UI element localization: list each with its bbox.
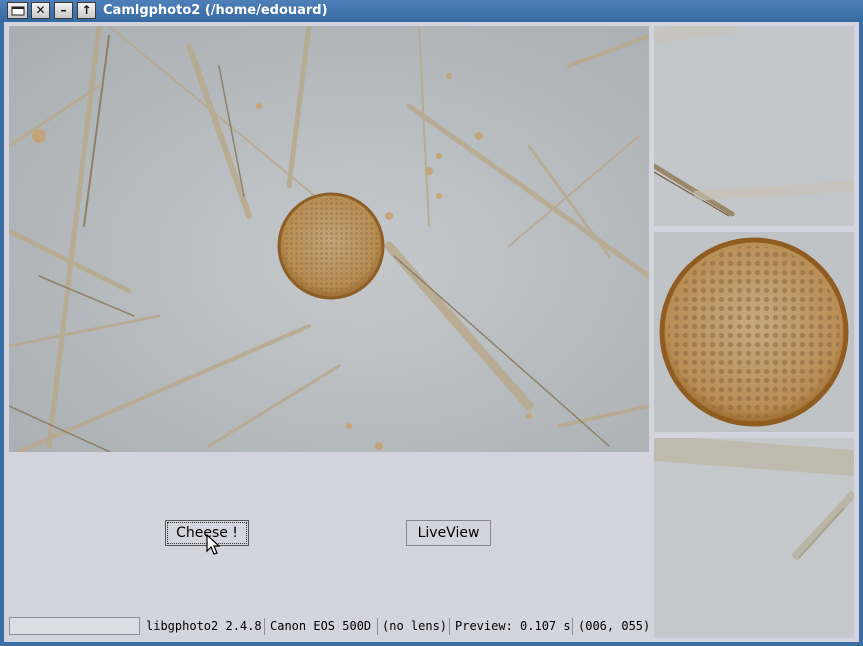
status-bar: libgphoto2 2.4.8 Canon EOS 500D (no lens…: [9, 615, 654, 637]
status-focus-point: (006, 055): [578, 619, 651, 633]
status-separator: [377, 618, 378, 635]
close-icon[interactable]: ✕: [31, 2, 50, 19]
status-separator: [572, 618, 573, 635]
status-lens: (no lens): [382, 619, 448, 633]
window-client-area: Cheese ! LiveView libgphoto2 2.4.8 Canon…: [4, 22, 859, 642]
status-library-version: libgphoto2 2.4.8: [146, 619, 262, 633]
status-separator: [449, 618, 450, 635]
mouse-cursor-icon: [206, 533, 221, 560]
status-preview-time: Preview: 0.107 s: [455, 619, 571, 633]
status-separator: [264, 618, 265, 635]
window-menu-icon[interactable]: [7, 2, 28, 19]
title-bar[interactable]: ✕ – ↑ Camlgphoto2 (/home/edouard): [0, 0, 863, 22]
zoom-thumbnail-top: [654, 26, 854, 226]
application-window: ✕ – ↑ Camlgphoto2 (/home/edouard) Cheese…: [0, 0, 863, 646]
status-camera-model: Canon EOS 500D: [270, 619, 372, 633]
maximize-icon[interactable]: ↑: [77, 2, 96, 19]
minimize-icon[interactable]: –: [54, 2, 73, 19]
liveview-button[interactable]: LiveView: [406, 520, 491, 546]
window-title: Camlgphoto2 (/home/edouard): [103, 3, 328, 18]
zoom-thumbnail-middle: [654, 232, 854, 432]
progress-bar: [9, 617, 140, 635]
main-preview-image: [9, 26, 649, 452]
zoom-thumbnail-bottom: [654, 438, 854, 638]
